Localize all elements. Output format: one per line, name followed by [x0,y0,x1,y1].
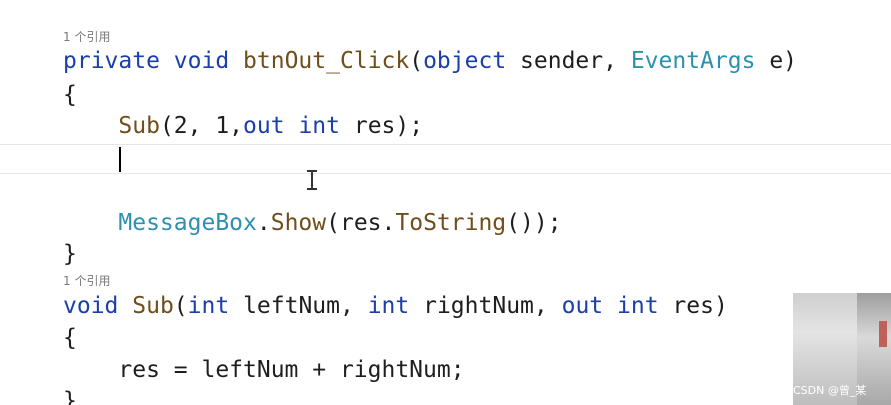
paren: ( [409,48,424,74]
code-line-open-brace[interactable]: { [63,80,77,110]
keyword-int: int [367,293,410,319]
type-eventargs: EventArgs [630,48,756,74]
text-caret [119,147,121,172]
code-line-sub-signature[interactable]: void Sub(int leftNum, int rightNum, out … [63,291,728,321]
keyword-out: out [561,293,604,319]
ibeam-cursor-icon [307,170,317,190]
keyword-int: int [298,113,340,139]
keyword-int: int [187,293,230,319]
type-messagebox: MessageBox [118,210,257,236]
brace: { [63,325,77,351]
code-editor[interactable]: 1 个引用 private void btnOut_Click(object s… [0,0,891,405]
keyword-void: void [173,48,230,74]
code-line-close-brace[interactable]: } [63,386,77,405]
dot: . [256,210,271,236]
brace: } [63,388,77,405]
brace: { [63,82,77,108]
code-line-close-brace[interactable]: } [63,239,77,269]
param-leftnum: leftNum, [243,293,354,319]
param-e: e) [769,48,798,74]
code-line-messagebox[interactable]: MessageBox.Show(res.ToString()); [63,208,562,238]
csdn-watermark: CSDN @曾_某 [793,384,867,397]
param-res: res) [672,293,728,319]
codelens-references[interactable]: 1 个引用 [63,28,110,45]
keyword-out: out [243,113,285,139]
method-name: Sub [132,293,174,319]
keyword-private: private [63,48,160,74]
code-line-method-signature[interactable]: private void btnOut_Click(object sender,… [63,46,797,76]
keyword-object: object [423,48,507,74]
method-tostring: ToString [395,210,507,236]
param-sender: sender, [520,48,617,74]
method-show: Show [270,210,327,236]
call-args: (2, 1, [159,113,244,139]
method-name: btnOut_Click [243,48,410,74]
code-line-assignment[interactable]: res = leftNum + rightNum; [63,355,465,385]
call-rest: res); [353,113,424,139]
call-rest: ()); [506,210,562,236]
brace: } [63,241,77,267]
keyword-int: int [617,293,659,319]
param-rightnum: rightNum, [423,293,548,319]
code-line-open-brace[interactable]: { [63,323,77,353]
code-line-sub-call[interactable]: Sub(2, 1,out int res); [63,111,423,141]
paren: ( [173,293,188,319]
method-call-sub: Sub [118,113,160,139]
call-args: (res. [326,210,396,236]
codelens-references[interactable]: 1 个引用 [63,272,110,289]
current-line-highlight [0,144,891,174]
assignment-expression: res = leftNum + rightNum; [118,357,465,383]
keyword-void: void [63,293,119,319]
